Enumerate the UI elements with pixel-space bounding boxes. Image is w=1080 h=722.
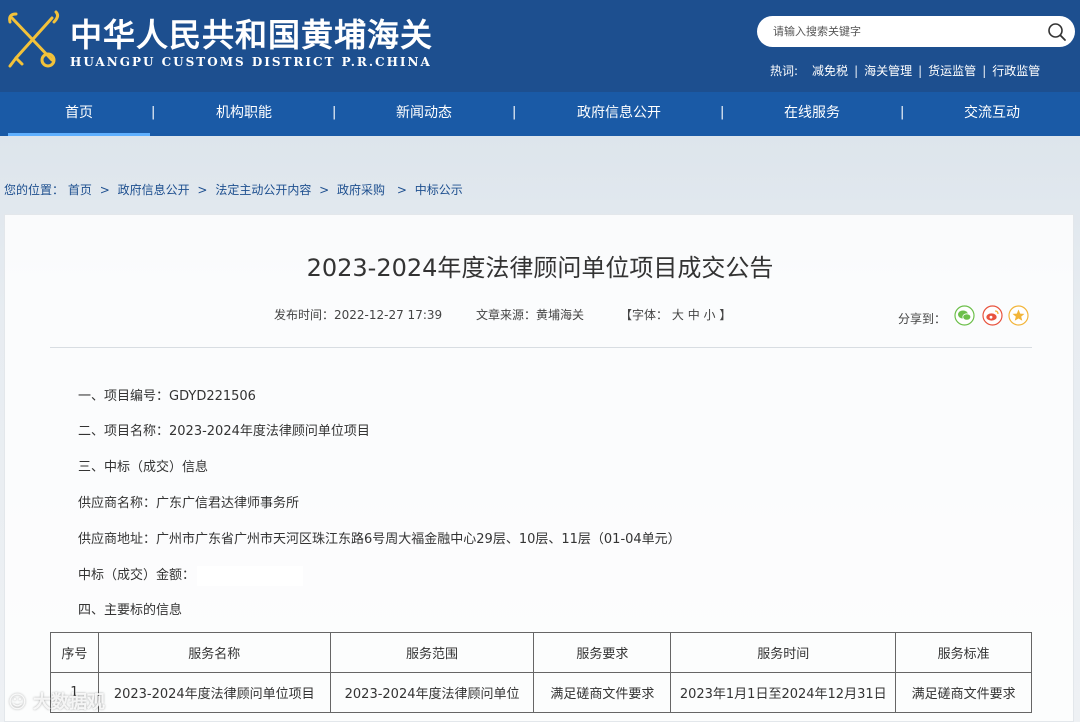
font-size-large[interactable]: 大 bbox=[672, 308, 684, 322]
table-header: 服务时间 bbox=[670, 632, 897, 673]
search-icon[interactable] bbox=[1047, 22, 1067, 42]
font-size-medium[interactable]: 中 bbox=[688, 308, 700, 322]
page-title: 2023-2024年度法律顾问单位项目成交公告 bbox=[306, 254, 774, 282]
font-size-switcher: 【字体： 大 中 小 】 bbox=[620, 306, 731, 323]
nav-separator: | bbox=[900, 105, 905, 120]
weibo-share-icon[interactable] bbox=[982, 305, 1003, 326]
watermark: ☺ 大数据观 bbox=[8, 688, 105, 714]
breadcrumb-home[interactable]: 首页 bbox=[68, 183, 92, 197]
breadcrumb-arrow: > bbox=[197, 183, 208, 197]
table-cell: 2023-2024年度法律顾问单位 bbox=[329, 672, 535, 713]
table-cell: 2023-2024年度法律顾问单位项目 bbox=[97, 672, 331, 713]
award-amount-label: 中标（成交）金额： bbox=[78, 568, 196, 583]
title-divider bbox=[50, 347, 1032, 348]
breadcrumb-procurement[interactable]: 政府采购 bbox=[337, 183, 385, 197]
nav-item-news[interactable]: 新闻动态 bbox=[364, 92, 484, 136]
hot-word-administrative-supervision[interactable]: 行政监管 bbox=[992, 62, 1040, 79]
award-amount-redacted bbox=[197, 565, 304, 586]
hot-words: 热词: 减免税 | 海关管理 | 货运监管 | 行政监管 bbox=[770, 62, 1040, 79]
font-size-label-close: 】 bbox=[719, 308, 732, 322]
table-header: 服务名称 bbox=[97, 632, 331, 673]
nav-separator: | bbox=[512, 105, 517, 120]
table-header: 服务范围 bbox=[329, 632, 535, 673]
favorite-share-icon[interactable] bbox=[1008, 305, 1029, 326]
table-header-row: 序号 服务名称 服务范围 服务要求 服务时间 服务标准 bbox=[50, 632, 1032, 673]
hot-words-label: 热词: bbox=[770, 64, 799, 78]
watermark-text: 大数据观 bbox=[33, 692, 106, 713]
hot-word-cargo-supervision[interactable]: 货运监管 bbox=[928, 62, 976, 79]
nav-item-home[interactable]: 首页 bbox=[8, 92, 150, 136]
font-size-small[interactable]: 小 bbox=[704, 308, 716, 322]
watermark-icon: ☺ bbox=[8, 692, 34, 713]
breadcrumb-arrow: > bbox=[99, 183, 110, 197]
paragraph-award-amount: 中标（成交）金额： bbox=[78, 564, 304, 586]
table-row: 1 2023-2024年度法律顾问单位项目 2023-2024年度法律顾问单位 … bbox=[50, 672, 1032, 713]
hot-word-tax-exemption[interactable]: 减免税 bbox=[812, 62, 848, 79]
main-nav: 首页 | 机构职能 | 新闻动态 | 政府信息公开 | 在线服务 | 交流互动 bbox=[0, 92, 1080, 136]
paragraph-project-name: 二、项目名称：2023-2024年度法律顾问单位项目 bbox=[78, 424, 370, 439]
table-cell: 2023年1月1日至2024年12月31日 bbox=[670, 672, 897, 713]
share-label: 分享到： bbox=[898, 312, 947, 326]
nav-separator: | bbox=[720, 105, 725, 120]
table-header: 服务要求 bbox=[533, 632, 672, 673]
breadcrumb-arrow: > bbox=[319, 183, 330, 197]
paragraph-award-info: 三、中标（成交）信息 bbox=[78, 460, 209, 475]
hot-word-separator: | bbox=[854, 63, 859, 78]
search-box bbox=[757, 16, 1075, 47]
publish-time: 发布时间：2022-12-27 17:39 bbox=[274, 308, 443, 322]
article-source: 文章来源：黄埔海关 bbox=[476, 308, 585, 322]
nav-item-functions[interactable]: 机构职能 bbox=[184, 92, 304, 136]
breadcrumb-prefix: 您的位置： bbox=[4, 183, 65, 197]
nav-item-gov-info[interactable]: 政府信息公开 bbox=[559, 92, 679, 136]
paragraph-supplier-name: 供应商名称：广东广信君达律师事务所 bbox=[78, 496, 300, 511]
site-title-english: HUANGPU CUSTOMS DISTRICT P.R.CHINA bbox=[70, 55, 432, 69]
breadcrumb-award-notice[interactable]: 中标公示 bbox=[415, 183, 463, 197]
nav-item-online-service[interactable]: 在线服务 bbox=[752, 92, 872, 136]
table-header: 服务标准 bbox=[895, 632, 1032, 673]
table-header: 序号 bbox=[50, 632, 99, 673]
site-header: 中华人民共和国黄埔海关 HUANGPU CUSTOMS DISTRICT P.R… bbox=[0, 0, 1080, 92]
table-cell: 满足磋商文件要求 bbox=[895, 672, 1032, 713]
hot-word-separator: | bbox=[918, 63, 923, 78]
font-size-label: 【字体： bbox=[620, 308, 669, 322]
hot-word-separator: | bbox=[982, 63, 987, 78]
subject-info-table: 序号 服务名称 服务范围 服务要求 服务时间 服务标准 1 2023-2024年… bbox=[50, 632, 1032, 713]
nav-separator: | bbox=[151, 105, 156, 120]
paragraph-supplier-address: 供应商地址：广州市广东省广州市天河区珠江东路6号周大福金融中心29层、10层、1… bbox=[78, 532, 681, 547]
hot-word-customs-management[interactable]: 海关管理 bbox=[864, 62, 912, 79]
customs-emblem-icon[interactable] bbox=[6, 10, 62, 70]
wechat-share-icon[interactable] bbox=[954, 305, 975, 326]
search-input[interactable] bbox=[773, 22, 1033, 41]
paragraph-main-subject: 四、主要标的信息 bbox=[78, 603, 183, 618]
site-title[interactable]: 中华人民共和国黄埔海关 bbox=[70, 10, 433, 56]
nav-item-interaction[interactable]: 交流互动 bbox=[932, 92, 1052, 136]
nav-separator: | bbox=[332, 105, 337, 120]
paragraph-project-number: 一、项目编号：GDYD221506 bbox=[78, 389, 256, 404]
breadcrumb-gov-info[interactable]: 政府信息公开 bbox=[118, 183, 190, 197]
breadcrumb: 您的位置： 首页 > 政府信息公开 > 法定主动公开内容 > 政府采购 > 中标… bbox=[4, 181, 463, 198]
breadcrumb-arrow: > bbox=[396, 183, 407, 197]
breadcrumb-statutory-disclosure[interactable]: 法定主动公开内容 bbox=[215, 183, 311, 197]
table-cell: 满足磋商文件要求 bbox=[533, 672, 672, 713]
